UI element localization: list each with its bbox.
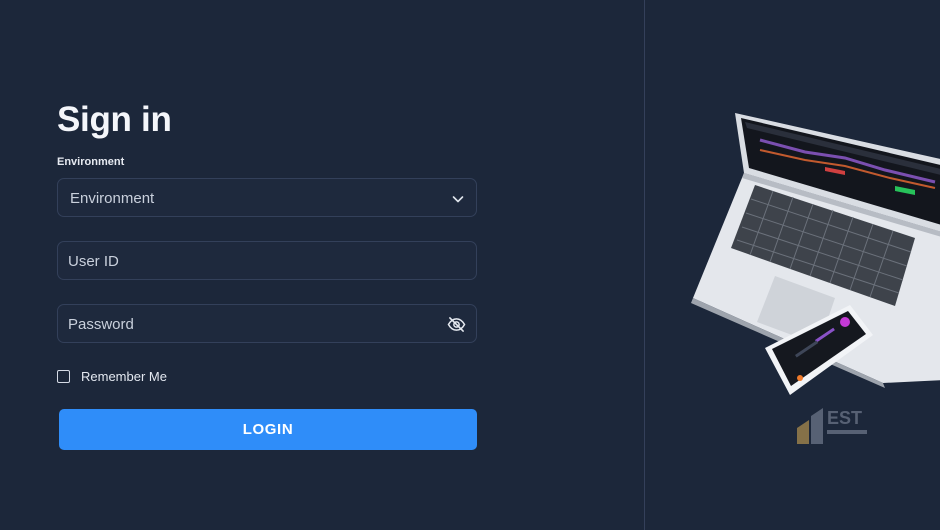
page-title: Sign in [57,100,172,139]
signin-panel: Sign in Environment Environment User ID … [0,0,644,530]
remember-me-checkbox[interactable]: Remember Me [57,368,167,384]
company-logo: EST [797,408,867,444]
svg-text:EST: EST [827,408,862,428]
login-button[interactable]: LOGIN [59,409,477,450]
chevron-down-icon [452,196,464,203]
laptop-phone-illustration: EST [691,113,940,444]
illustration-panel: EST [645,0,940,530]
environment-selected-value: Environment [70,190,155,207]
login-page: Sign in Environment Environment User ID … [0,0,940,530]
environment-label: Environment [57,156,125,168]
checkbox-box[interactable] [57,369,70,383]
environment-select[interactable]: Environment [57,178,477,217]
userid-placeholder: User ID [68,253,119,270]
remember-me-label: Remember Me [81,368,167,384]
userid-field[interactable]: User ID [57,241,477,280]
password-placeholder: Password [68,316,134,333]
password-field[interactable]: Password [57,304,477,343]
eye-off-icon[interactable] [447,316,466,333]
